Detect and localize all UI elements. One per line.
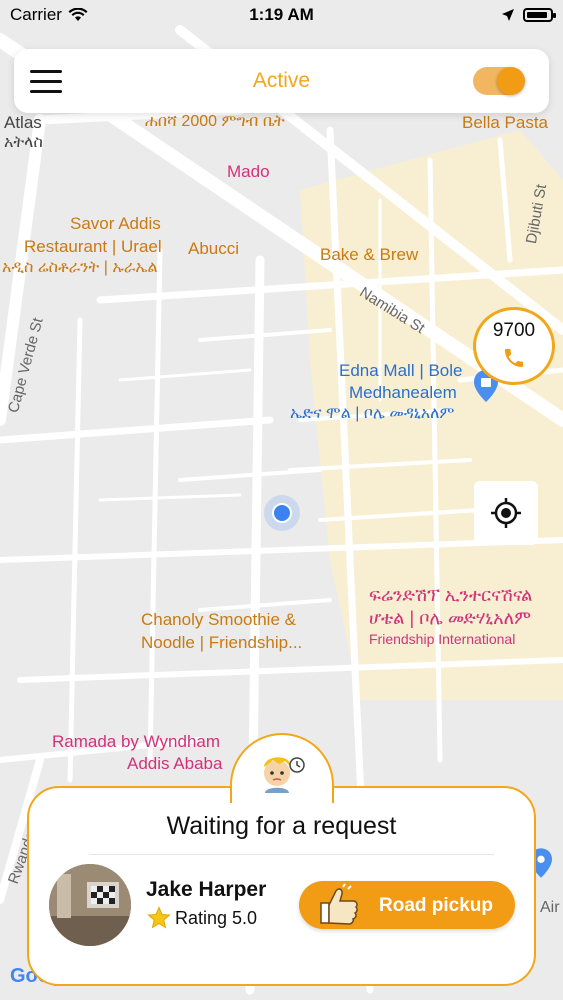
map-label-edna-mall-2: Medhanealem [349,383,457,402]
map-label-abucci: Abucci [188,239,240,258]
map-label-ramada-2: Addis Ababa [127,754,223,773]
status-title: Active [252,69,311,92]
map-label-savor-amharic: አዲስ ሬስቶራንት | ኡራኤል [2,259,158,276]
map-label-edna-amharic: ኤድና ሞል | ቦሌ መዳኒአለም [290,405,455,422]
driver-photo-image [49,864,131,946]
battery-icon [523,8,556,22]
map-label-chanoly-2: Noodle | Friendship... [141,633,303,652]
request-panel: Waiting for a request Jake Harper Rating… [27,786,536,986]
map-label-hibsh: ሐበሻ 2000 ምግብ ቤት [145,113,285,130]
phone-icon [505,349,523,367]
carrier-label: Carrier [10,5,62,24]
panel-divider [89,854,494,855]
map-label-bella-pasta: Bella Pasta [462,113,548,132]
driver-photo[interactable] [49,864,131,946]
locate-me-button[interactable] [474,481,538,545]
driver-avatar-icon [264,757,305,793]
crosshair-icon [491,498,521,528]
map-label-friendship-amharic-2: ሆቴል | ቦሌ መድሃኒአለም [369,608,532,628]
driver-name: Jake Harper [146,878,267,901]
active-toggle[interactable] [473,67,525,95]
panel-title: Waiting for a request [166,812,397,840]
status-time: 1:19 AM [249,5,314,24]
map-label-ramada: Ramada by Wyndham [52,732,221,751]
wifi-icon [68,8,88,21]
map-label-edna-mall: Edna Mall | Bole [339,361,463,380]
map-label-bake-brew: Bake & Brew [320,245,419,264]
top-bar: Active [14,49,549,113]
map-label-chanoly: Chanoly Smoothie & [141,610,296,629]
map-label-savor-addis-2: Restaurant | Urael [24,237,162,256]
map-label-atlas-amharic: አትላስ [4,134,43,151]
location-arrow-icon [502,9,514,21]
rating-label: Rating 5.0 [175,907,258,928]
map-label-air: Air [540,899,560,916]
driver-rating: Rating 5.0 [147,906,257,930]
thumbs-up-icon [320,883,358,925]
status-bar: Carrier 1:19 AM [0,0,563,30]
toggle-knob [497,67,525,95]
call-button[interactable]: 9700 [473,307,555,385]
road-pickup-label: Road pickup [379,895,494,916]
map-label-atlas: Atlas [4,113,42,132]
call-count: 9700 [492,320,536,341]
current-location-marker [264,495,300,531]
map-label-savor-addis: Savor Addis [70,214,161,233]
star-icon [147,906,171,929]
road-pickup-button[interactable]: Road pickup [299,881,515,929]
map-label-friendship-amharic: ፍሬንድሽፕ ኢንተርናሽናል [369,585,533,605]
map-label-friendship-international: Friendship International [369,631,516,647]
map-label-mado: Mado [227,162,270,181]
